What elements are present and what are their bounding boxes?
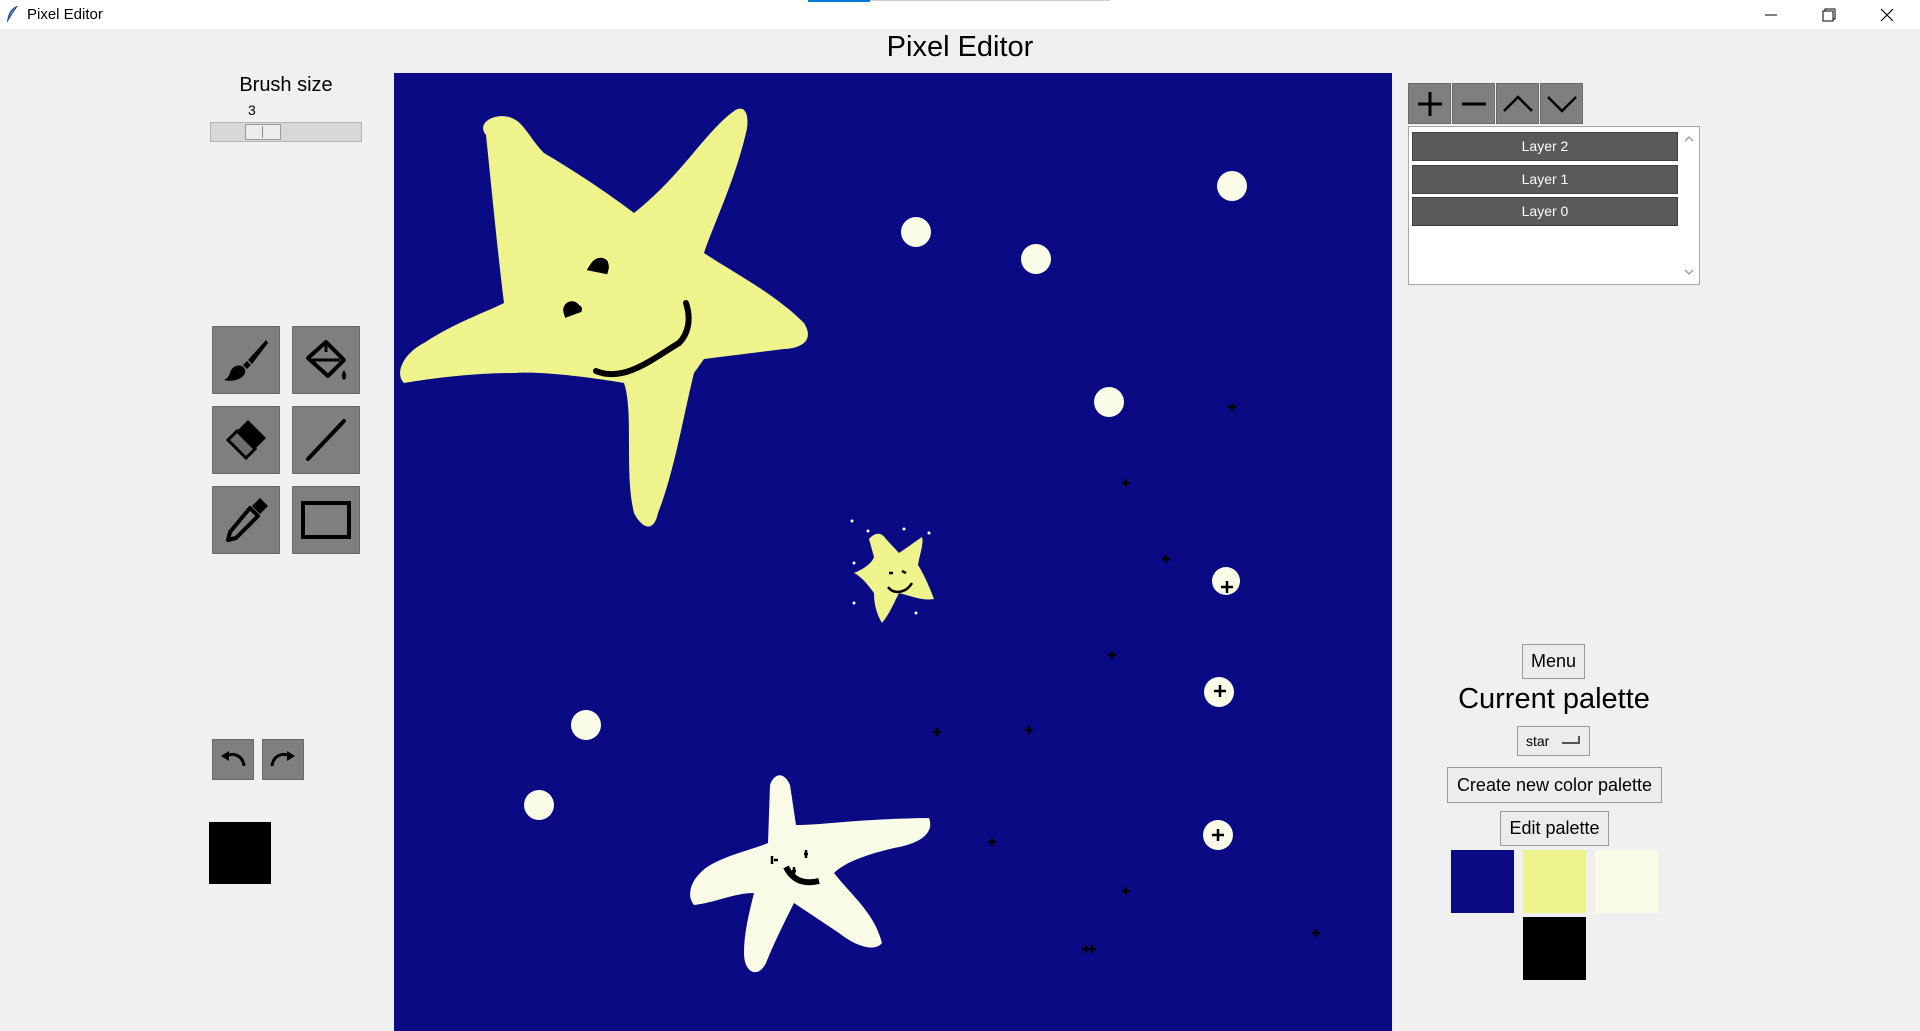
palette-heading: Current palette xyxy=(1458,683,1650,715)
minimize-button[interactable] xyxy=(1742,0,1800,29)
redo-icon xyxy=(270,750,295,766)
layer-item-0[interactable]: Layer 0 xyxy=(1412,197,1678,226)
eyedropper-icon xyxy=(226,498,268,542)
add-layer-button[interactable] xyxy=(1408,83,1451,124)
menu-button[interactable]: Menu xyxy=(1522,644,1585,679)
brush-size-slider[interactable] xyxy=(210,122,362,142)
move-layer-up-button[interactable] xyxy=(1496,83,1539,124)
rectangle-icon xyxy=(301,501,351,539)
scroll-up-icon[interactable] xyxy=(1682,132,1696,146)
feather-icon xyxy=(7,5,18,22)
window-titlebar: Pixel Editor xyxy=(0,0,1920,29)
paint-bucket-icon xyxy=(306,340,347,380)
fill-tool-button[interactable] xyxy=(292,326,360,394)
redo-button[interactable] xyxy=(262,739,304,780)
brush-tool-button[interactable] xyxy=(212,326,280,394)
palette-swatch-dark-blue[interactable] xyxy=(1451,850,1514,913)
big-star xyxy=(400,108,808,527)
layer-list[interactable]: Layer 2 Layer 1 Layer 0 xyxy=(1408,126,1700,285)
brush-size-value: 3 xyxy=(248,102,256,118)
maximize-button[interactable] xyxy=(1800,0,1858,29)
layer-item-2[interactable]: Layer 2 xyxy=(1412,132,1678,161)
minimize-icon xyxy=(1765,14,1777,15)
close-icon xyxy=(1880,8,1894,21)
layer-item-1[interactable]: Layer 1 xyxy=(1412,165,1678,194)
undo-button[interactable] xyxy=(212,739,254,780)
paintbrush-icon xyxy=(224,340,268,381)
palette-swatch-pale-yellow[interactable] xyxy=(1523,850,1586,913)
canvas-artwork xyxy=(400,108,1320,973)
restore-icon xyxy=(1822,8,1836,21)
current-color-swatch[interactable] xyxy=(209,822,271,884)
line-tool-button[interactable] xyxy=(292,406,360,474)
scroll-down-icon[interactable] xyxy=(1682,265,1696,279)
small-star xyxy=(854,533,934,623)
white-star xyxy=(690,775,931,973)
eyedropper-tool-button[interactable] xyxy=(212,486,280,554)
brush-size-label: Brush size xyxy=(239,74,333,96)
eraser-tool-button[interactable] xyxy=(212,406,280,474)
move-layer-up-icon xyxy=(1502,94,1533,112)
palette-swatch-black[interactable] xyxy=(1523,917,1586,980)
remove-layer-icon xyxy=(1461,102,1486,105)
palette-select[interactable]: star xyxy=(1517,726,1590,756)
add-layer-icon xyxy=(1417,91,1442,116)
palette-swatch-off-white[interactable] xyxy=(1595,850,1658,913)
eraser-icon xyxy=(225,420,266,461)
close-button[interactable] xyxy=(1858,0,1916,29)
move-layer-down-icon xyxy=(1546,95,1577,113)
app-title: Pixel Editor xyxy=(886,31,1034,63)
undo-icon xyxy=(221,750,246,766)
remove-layer-button[interactable] xyxy=(1452,83,1495,124)
line-icon xyxy=(306,419,346,461)
slider-thumb[interactable] xyxy=(245,124,281,140)
option-menu-indicator-icon xyxy=(1562,736,1580,744)
palette-select-value: star xyxy=(1526,733,1550,749)
create-palette-button[interactable]: Create new color palette xyxy=(1447,767,1662,803)
move-layer-down-button[interactable] xyxy=(1540,83,1583,124)
rectangle-tool-button[interactable] xyxy=(292,486,360,554)
titlebar-divider xyxy=(870,0,1110,1)
edit-palette-button[interactable]: Edit palette xyxy=(1500,811,1609,846)
layer-scrollbar[interactable] xyxy=(1680,128,1698,283)
drawing-canvas[interactable] xyxy=(394,73,1392,1031)
window-title: Pixel Editor xyxy=(27,6,103,23)
titlebar-accent xyxy=(808,0,870,2)
